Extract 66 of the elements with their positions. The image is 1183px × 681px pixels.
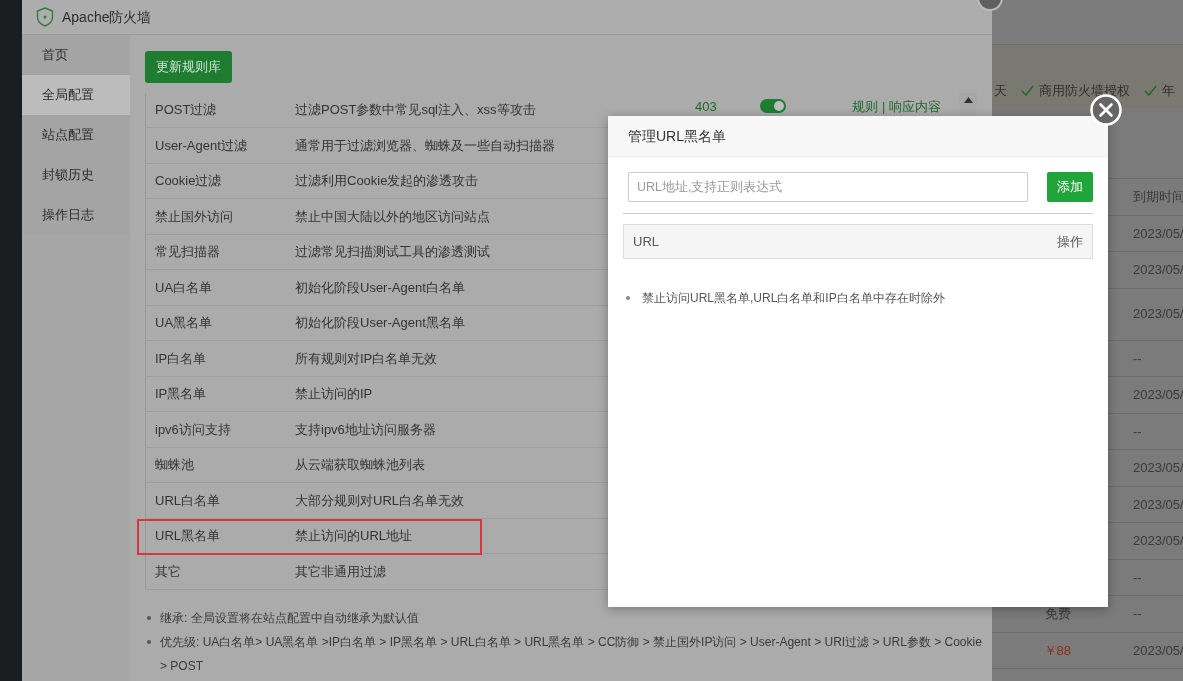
bullet-icon <box>626 296 630 300</box>
bullet-icon <box>147 639 151 644</box>
table-cell: IP黑名单 <box>155 386 207 401</box>
feature-text: 天 <box>994 81 1007 100</box>
url-input[interactable]: URL地址,支持正则表达式 <box>628 172 1028 202</box>
table-cell: 过滤利用Cookie发起的渗透攻击 <box>295 173 479 188</box>
date-cell-text: 2023/05/ <box>1132 641 1183 660</box>
table-cell: 大部分规则对URL白名单无效 <box>295 492 464 508</box>
note-text: 禁止访问URL黑名单,URL白名单和IP白名单中存在时除外 <box>642 290 945 307</box>
table-cell: 其它非通用过滤 <box>295 563 386 579</box>
note-text: 优先级: UA白名单> UA黑名单 >IP白名单 > IP黑名单 > URL白名单 > URL黑名单 > CC防御 > 禁止国外IP访问 > User-Agent > URI过滤 > URL参数 > Cookie > POST <box>160 633 983 675</box>
table-cell: UA白名单 <box>155 279 213 295</box>
feature-text: 年 <box>1162 81 1175 100</box>
table-cell: IP白名单 <box>155 350 207 366</box>
table-cell: 禁止访问的URL地址 <box>295 528 412 543</box>
date-cell-text: 2023/05/ <box>1132 261 1183 279</box>
table-cell: 蜘蛛池 <box>155 457 194 472</box>
column-header: URL <box>633 232 659 251</box>
table-cell: 禁止国外访问 <box>155 208 233 224</box>
table-cell: 过滤POST参数中常见sql注入、xss等攻击 <box>295 102 536 117</box>
table-cell: User-Agent过滤 <box>155 137 247 153</box>
date-cell-text: -- <box>1132 568 1142 587</box>
date-cell-text: 2023/05/ <box>1132 495 1183 514</box>
table-cell: 从云端获取蜘蛛池列表 <box>295 457 425 472</box>
action-link[interactable]: 响应内容 <box>889 96 942 116</box>
date-cell-text: -- <box>1132 422 1142 441</box>
sidebar-item[interactable]: 全局配置 <box>22 75 130 115</box>
scroll-up-icon[interactable] <box>963 96 973 103</box>
date-cell-text: -- <box>1132 349 1142 368</box>
dialog-title: 管理URL黑名单 <box>628 126 726 146</box>
date-cell-text: 2023/05/ <box>1132 386 1183 404</box>
table-cell: 禁止访问的IP <box>295 386 373 401</box>
add-button[interactable]: 添加 <box>1047 172 1093 202</box>
column-header: 操作 <box>1057 232 1083 251</box>
table-cell: 初始化阶段User-Agent白名单 <box>295 279 465 295</box>
window-title: Apache防火墙 <box>62 7 152 27</box>
table-cell: 过滤常见扫描测试工具的渗透测试 <box>295 244 490 259</box>
date-cell-text: 2023/05/ <box>1132 224 1183 243</box>
date-cell-text: -- <box>1132 605 1142 623</box>
table-cell: URL黑名单 <box>155 528 220 543</box>
table-cell: 禁止中国大陆以外的地区访问站点 <box>295 208 490 224</box>
table-cell: 所有规则对IP白名单无效 <box>295 350 438 366</box>
date-cell-text: 2023/05/ <box>1132 305 1183 324</box>
table-cell-text: 403 <box>695 97 718 116</box>
bullet-icon <box>147 615 151 620</box>
separator: | <box>882 97 886 116</box>
table-cell: Cookie过滤 <box>155 173 222 188</box>
table-cell: POST过滤 <box>155 102 217 117</box>
date-cell-text: 2023/05/ <box>1132 532 1183 550</box>
table-cell: URL白名单 <box>155 492 220 508</box>
table-cell: 初始化阶段User-Agent黑名单 <box>295 315 465 330</box>
price-cell-text: ￥88 <box>1042 641 1072 660</box>
shield-icon <box>36 7 54 27</box>
table-cell: 常见扫描器 <box>155 244 220 259</box>
table-cell: ipv6访问支持 <box>155 421 231 437</box>
action-link[interactable]: 规则 <box>852 96 878 116</box>
note-text: 继承: 全局设置将在站点配置中自动继承为默认值 <box>160 609 419 627</box>
date-cell-text: 2023/05/ <box>1132 459 1183 477</box>
table-cell: UA黑名单 <box>155 315 213 330</box>
update-rules-button[interactable]: 更新规则库 <box>145 51 232 83</box>
toggle-switch[interactable] <box>760 98 786 113</box>
table-cell: 支持ipv6地址访问服务器 <box>295 421 436 437</box>
table-cell: 其它 <box>155 563 181 579</box>
price-cell-text: 免费 <box>1044 605 1072 623</box>
column-header: 到期时间 <box>1132 188 1183 206</box>
table-cell: 通常用于过滤浏览器、蜘蛛及一些自动扫描器 <box>295 137 555 153</box>
